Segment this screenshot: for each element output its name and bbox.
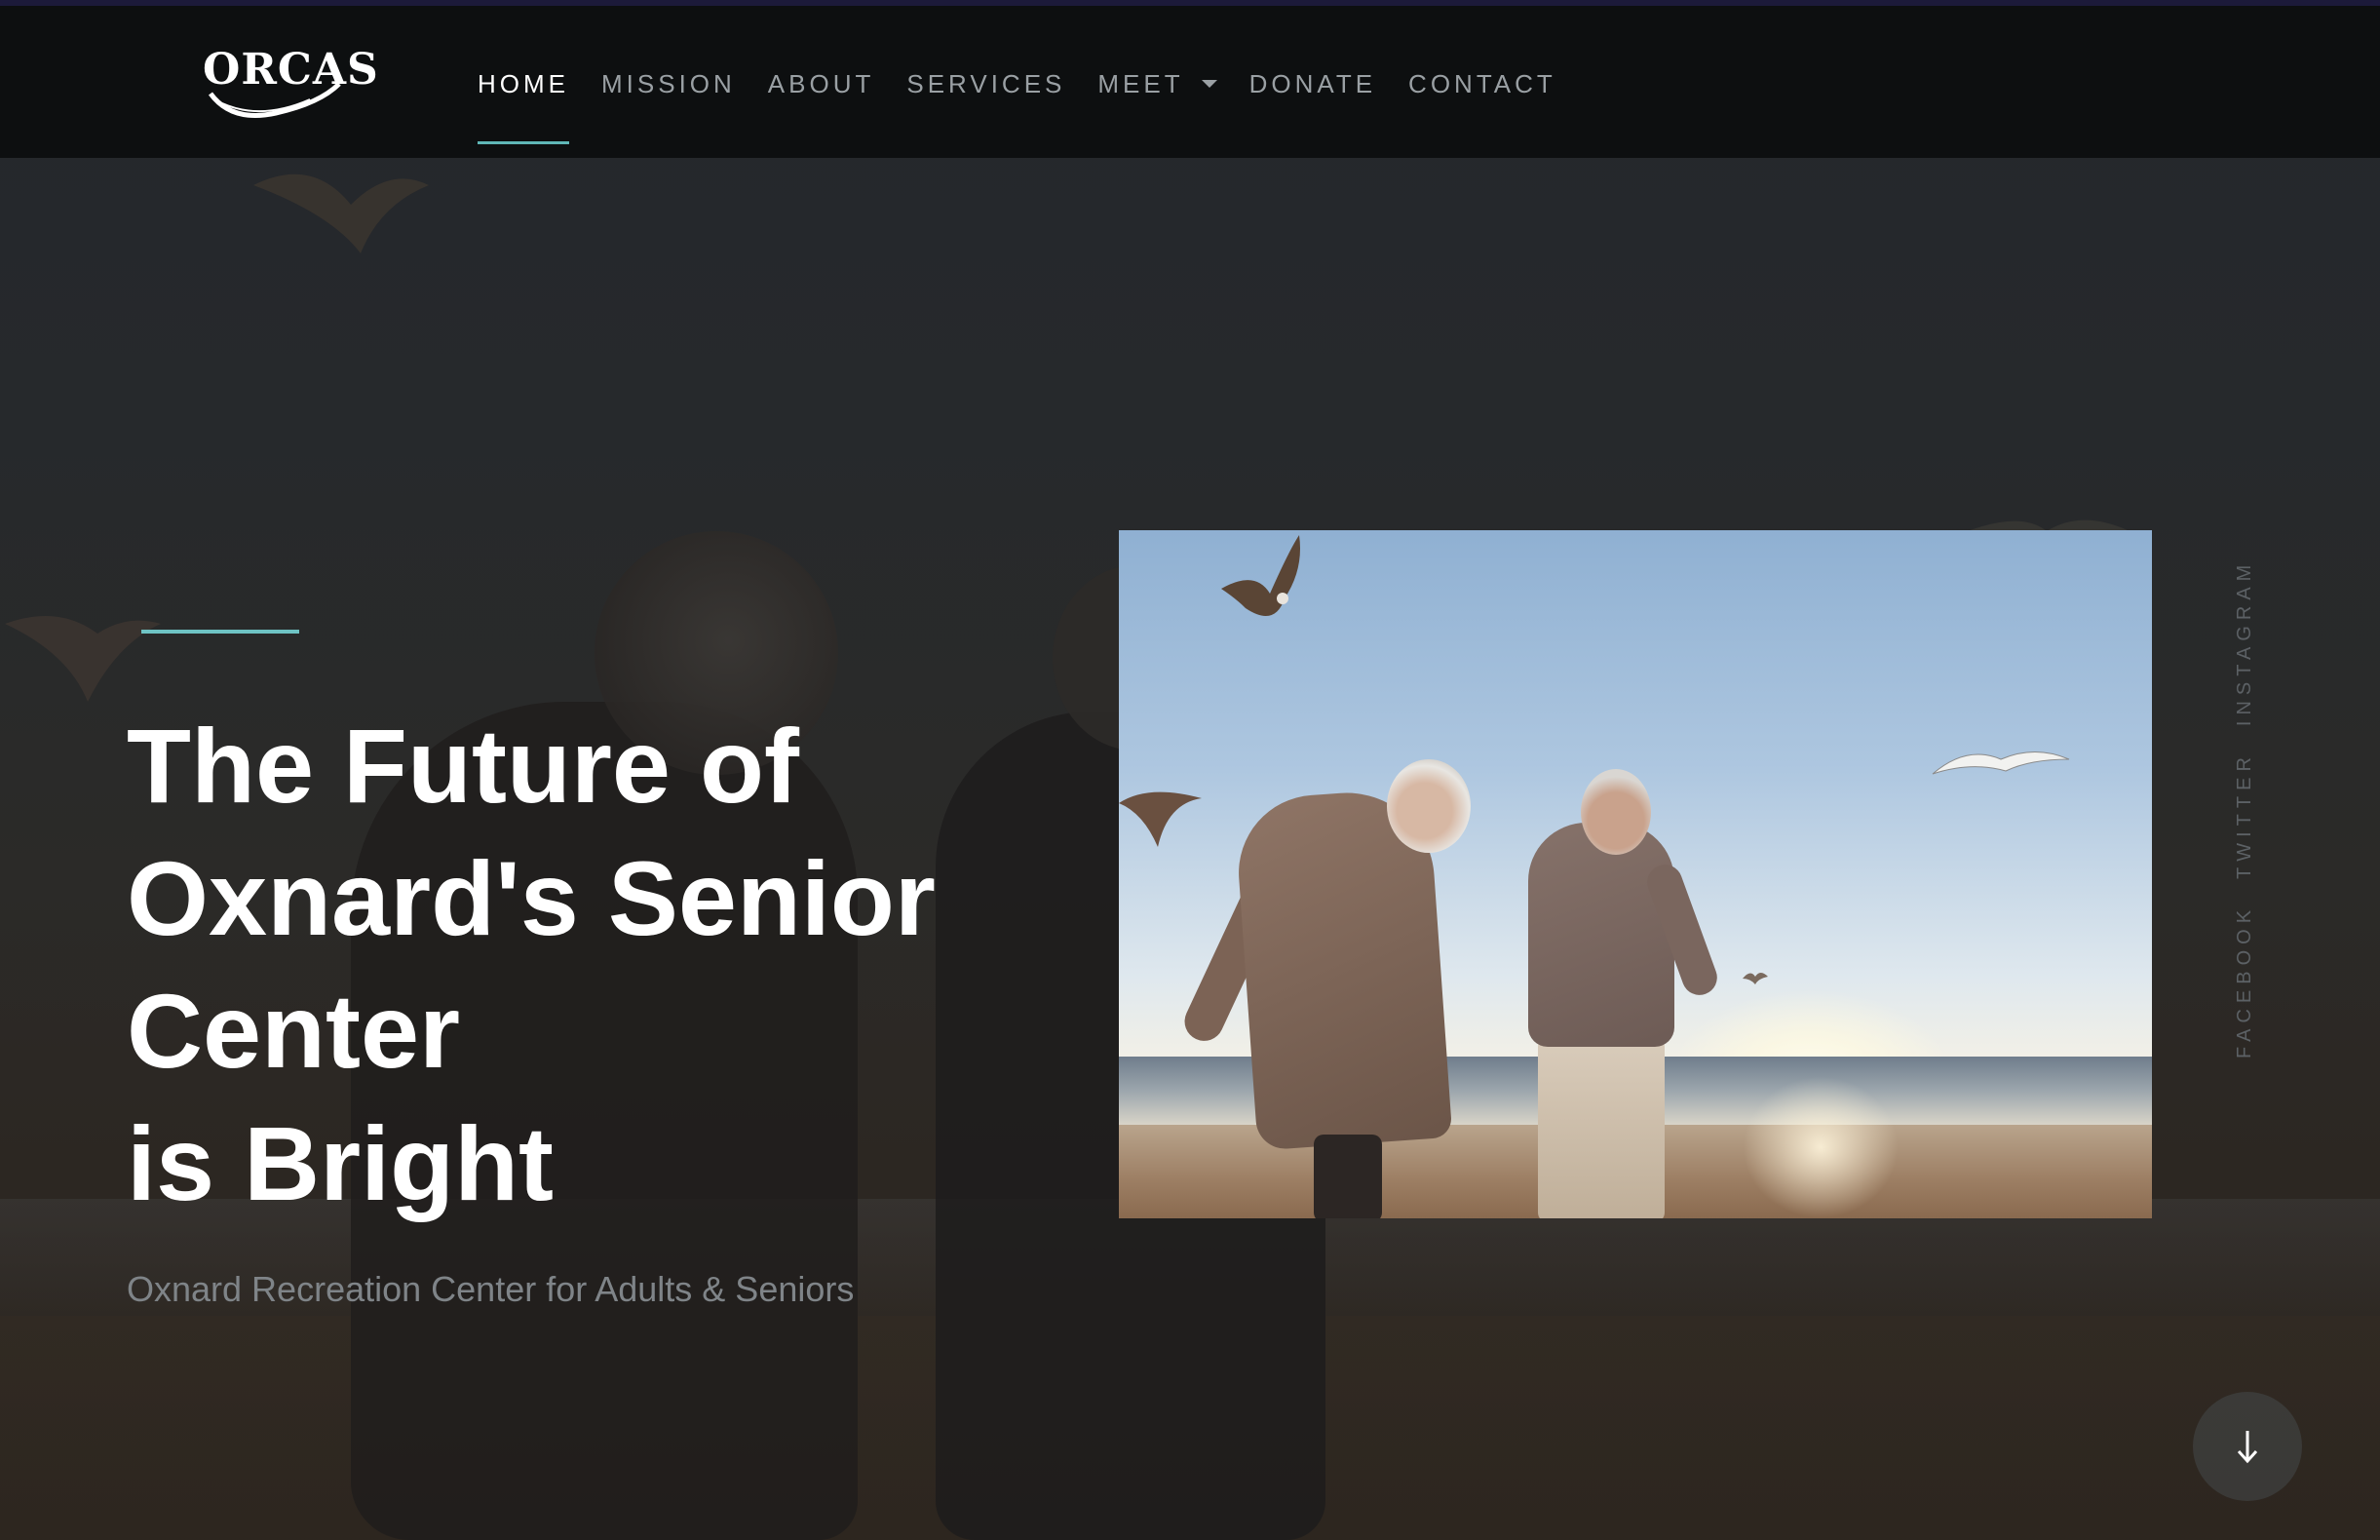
nav-item-meet[interactable]: MEET bbox=[1097, 68, 1217, 99]
hero-title-line: is Bright bbox=[127, 1104, 555, 1222]
photo-woman-leg bbox=[1314, 1135, 1382, 1218]
nav-item-label: MEET bbox=[1097, 68, 1184, 98]
social-link-instagram[interactable]: INSTAGRAM bbox=[2234, 559, 2256, 726]
main-nav: HOME MISSION ABOUT SERVICES MEET DONATE … bbox=[478, 64, 1589, 144]
photo-man-head bbox=[1581, 769, 1651, 855]
hero-title-line: Oxnard's Senior bbox=[127, 839, 936, 957]
hero-title: The Future of Oxnard's Senior Center is … bbox=[127, 700, 1004, 1230]
nav-item-label: DONATE bbox=[1248, 68, 1377, 98]
nav-item-services[interactable]: SERVICES bbox=[906, 69, 1065, 99]
site-header: ORCAS HOME MISSION ABOUT SERVICES MEET D… bbox=[0, 6, 2380, 158]
nav-active-indicator bbox=[478, 140, 569, 144]
social-link-facebook[interactable]: FACEBOOK bbox=[2234, 905, 2256, 1059]
hero-title-line: Center bbox=[127, 972, 461, 1090]
nav-item-label: SERVICES bbox=[906, 68, 1066, 98]
nav-item-label: MISSION bbox=[601, 68, 736, 98]
hero-subtitle: Oxnard Recreation Center for Adults & Se… bbox=[127, 1269, 855, 1309]
nav-item-home[interactable]: HOME bbox=[478, 68, 569, 144]
bg-seagull-icon bbox=[253, 173, 429, 253]
social-link-twitter[interactable]: TWITTER bbox=[2234, 751, 2256, 879]
bg-seagull-icon bbox=[5, 616, 161, 702]
arrow-down-icon bbox=[2237, 1431, 2258, 1464]
nav-item-contact[interactable]: CONTACT bbox=[1408, 69, 1556, 99]
seagull-icon bbox=[1119, 791, 1202, 847]
photo-man-legs bbox=[1538, 1037, 1665, 1218]
caret-down-icon bbox=[1201, 80, 1217, 88]
site-logo[interactable]: ORCAS bbox=[203, 45, 378, 123]
nav-item-about[interactable]: ABOUT bbox=[768, 69, 875, 99]
nav-item-mission[interactable]: MISSION bbox=[601, 69, 736, 99]
hero-accent-line bbox=[141, 630, 299, 634]
photo-glare bbox=[1743, 1076, 1899, 1218]
seagull-icon bbox=[1932, 751, 2070, 775]
logo-swirl-icon bbox=[208, 82, 341, 118]
seagull-icon bbox=[1221, 535, 1300, 616]
seagull-icon bbox=[1743, 973, 1768, 984]
nav-item-donate[interactable]: DONATE bbox=[1249, 69, 1376, 99]
nav-item-label: ABOUT bbox=[767, 68, 875, 98]
social-links: FACEBOOK TWITTER INSTAGRAM bbox=[2234, 559, 2256, 1059]
scroll-down-button[interactable] bbox=[2193, 1392, 2302, 1501]
photo-man bbox=[1528, 823, 1674, 1047]
hero-title-line: The Future of bbox=[127, 707, 799, 825]
photo-woman-head bbox=[1387, 759, 1471, 853]
nav-item-label: CONTACT bbox=[1408, 68, 1556, 98]
hero-photo bbox=[1119, 530, 2152, 1218]
nav-item-label: HOME bbox=[478, 68, 569, 98]
